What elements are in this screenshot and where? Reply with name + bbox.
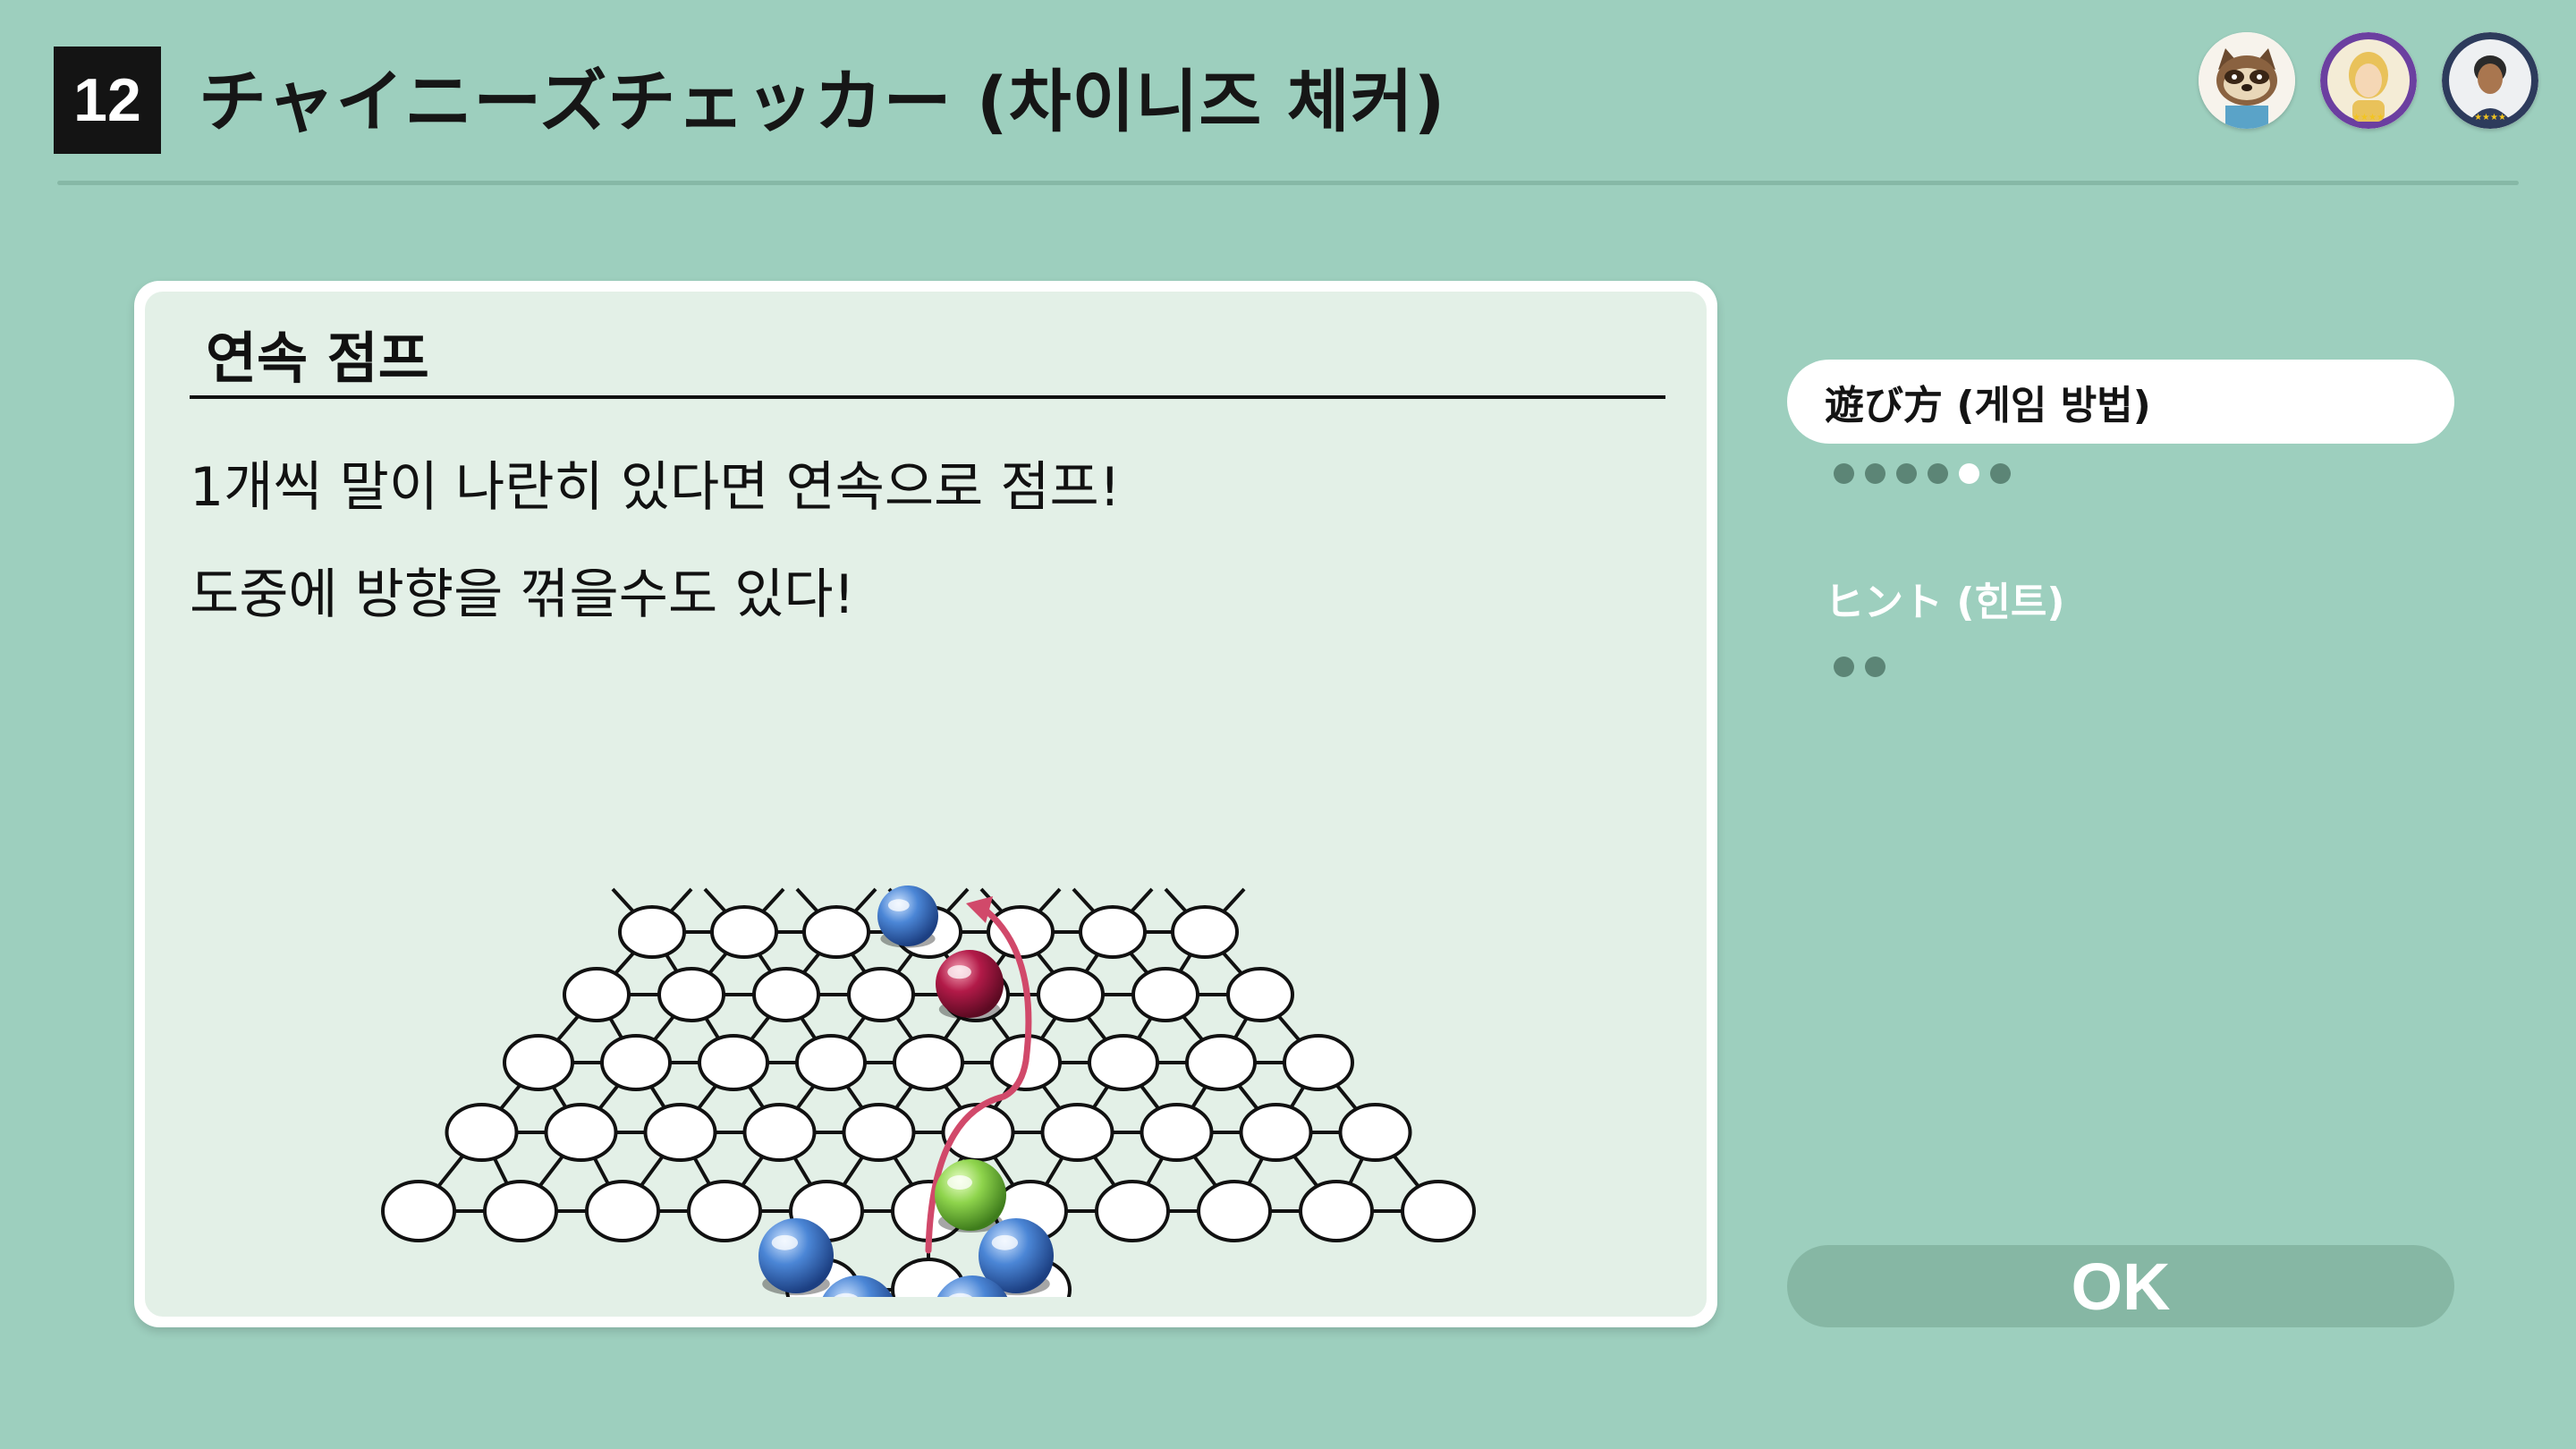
page-dot [1990, 463, 2011, 484]
level-number-badge: 12 [54, 47, 161, 154]
instruction-card: 연속 점프 1개씩 말이 나란히 있다면 연속으로 점프! 도중에 방향을 꺾을… [134, 281, 1717, 1327]
menu-how-to-play[interactable]: 遊び方 (게임 방법) [1787, 360, 2454, 444]
page-title: チャイニーズチェッカー (차이니즈 체커) [199, 62, 1446, 141]
page-dot [1865, 657, 1885, 677]
svg-text:★★★★: ★★★★ [2474, 113, 2506, 123]
instruction-card-body: 연속 점프 1개씩 말이 나란히 있다면 연속으로 점프! 도중에 방향을 꺾을… [145, 292, 1707, 1317]
menu-hint[interactable]: ヒント (힌트) [1787, 556, 2454, 640]
raccoon-avatar-icon [2199, 32, 2295, 129]
header-divider [57, 181, 2519, 185]
blonde-mii-avatar-icon: ★★★★ [2320, 32, 2417, 129]
page-dot [1928, 463, 1948, 484]
how-to-play-page-indicator [1834, 463, 2011, 484]
dark-mii-avatar-icon: ★★★★ [2442, 32, 2538, 129]
player-avatars: ★★★★ ★★★★ [2199, 32, 2538, 129]
svg-text:★★★★: ★★★★ [2352, 113, 2385, 123]
ok-button[interactable]: OK [1787, 1245, 2454, 1327]
hint-page-indicator [1834, 657, 1885, 677]
page-dot [1896, 463, 1917, 484]
page-dot [1834, 657, 1854, 677]
page-dot [1959, 463, 1979, 484]
page-dot [1834, 463, 1854, 484]
page-dot [1865, 463, 1885, 484]
board-illustration [381, 886, 1476, 1297]
